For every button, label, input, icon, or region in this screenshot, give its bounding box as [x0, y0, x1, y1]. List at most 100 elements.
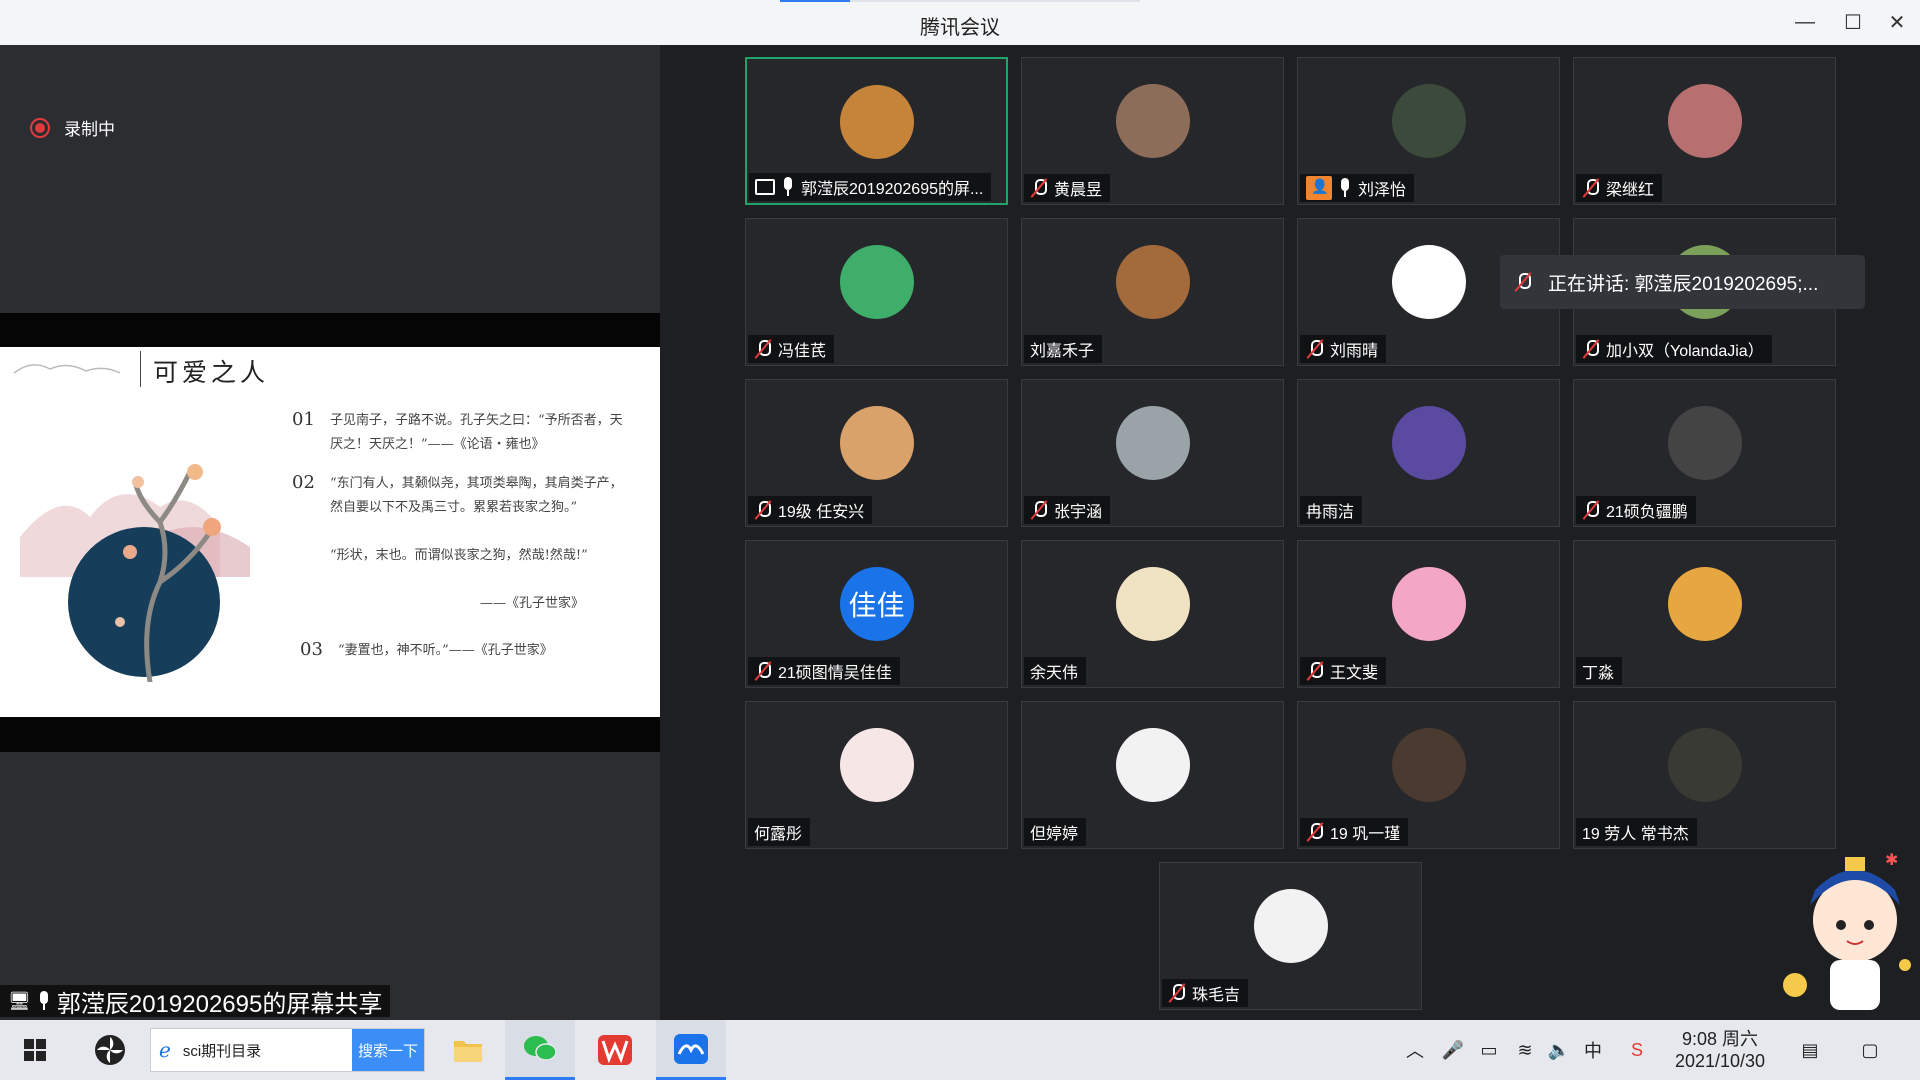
sogou-input-icon[interactable]: S [1622, 1020, 1652, 1080]
input-method-indicator[interactable]: 中 [1578, 1020, 1608, 1080]
participant-tile[interactable]: 梁继红 [1573, 57, 1836, 205]
file-explorer-icon[interactable] [433, 1020, 503, 1080]
participant-nametag: 黄晨昱 [1024, 174, 1111, 202]
participant-tile[interactable]: 21硕负疆鹏 [1573, 379, 1836, 527]
participant-tile[interactable]: 19 巩一瑾 [1297, 701, 1560, 849]
participant-nametag: 珠毛吉 [1162, 979, 1249, 1007]
participant-nametag: 21硕图情吴佳佳 [748, 657, 900, 685]
show-hidden-icons-chevron-icon[interactable]: ︿ [1400, 1020, 1430, 1080]
participant-tile[interactable]: 王文斐 [1297, 540, 1560, 688]
participant-name: 黄晨昱 [1054, 182, 1103, 199]
mic-muted-icon [1306, 822, 1324, 842]
participant-name: 加小双（YolandaJia） [1606, 343, 1764, 360]
slide-item-text: “东门有人，其颡似尧，其项类皋陶，其肩类子产，然自要以下不及禹三寸。累累若丧家之… [330, 476, 623, 515]
microphone-tray-icon[interactable]: 🎤 [1438, 1020, 1468, 1080]
screen-share-text: 郭滢辰2019202695的屏幕共享 [56, 990, 383, 1018]
ie-icon: ℯ [159, 1039, 171, 1062]
volume-icon[interactable]: 🔈 [1544, 1020, 1574, 1080]
mic-muted-icon [754, 661, 772, 681]
avatar [839, 85, 914, 159]
avatar [1667, 406, 1742, 480]
avatar [839, 245, 914, 319]
participant-tile[interactable]: 佳佳 21硕图情吴佳佳 [745, 540, 1008, 688]
participant-tile[interactable]: 余天伟 [1021, 540, 1284, 688]
avatar [1391, 245, 1466, 319]
speaking-text: 正在讲话: 郭滢辰2019202695;... [1548, 273, 1819, 295]
mic-muted-icon [1514, 272, 1532, 292]
recording-indicator[interactable]: 录制中 [30, 115, 115, 140]
participant-tile[interactable]: 张宇涵 [1021, 379, 1284, 527]
participant-name: 刘嘉禾子 [1030, 343, 1095, 360]
record-icon [30, 117, 50, 138]
participant-tile[interactable]: 珠毛吉 [1159, 862, 1422, 1010]
participant-name: 21硕负疆鹏 [1606, 504, 1688, 521]
windows-start-icon[interactable] [0, 1020, 70, 1080]
participant-name: 珠毛吉 [1192, 987, 1241, 1004]
participant-tile[interactable]: 冯佳芪 [745, 218, 1008, 366]
avatar [1667, 84, 1742, 158]
close-button[interactable]: ✕ [1882, 8, 1912, 36]
slide-item-number: 03 [300, 639, 323, 660]
maximize-button[interactable]: ☐ [1838, 8, 1868, 36]
taskbar: ℯ sci期刊目录 搜索一下 ︿ 🎤 ▭ ≋ 🔈 中 S 9:08 周六 202… [0, 1020, 1920, 1080]
screen-share-label: 🖥 郭滢辰2019202695的屏幕共享 [0, 985, 391, 1018]
avatar [1115, 245, 1190, 319]
mascot-sticker-icon[interactable]: ✱ [1775, 845, 1915, 1020]
participant-name: 19级 任安兴 [778, 504, 865, 521]
mic-icon [1338, 178, 1352, 198]
participant-tile[interactable]: 丁淼 [1573, 540, 1836, 688]
notification-center-icon[interactable]: ▢ [1855, 1020, 1885, 1080]
participant-tile[interactable]: 19 劳人 常书杰 [1573, 701, 1836, 849]
wifi-icon[interactable]: ≋ [1510, 1020, 1540, 1080]
search-input[interactable]: sci期刊目录 [183, 1040, 261, 1061]
pinwheel-app-icon[interactable] [75, 1020, 145, 1080]
participant-nametag: 但婷婷 [1024, 818, 1087, 846]
participant-tile[interactable]: 19级 任安兴 [745, 379, 1008, 527]
participant-nametag: 何露彤 [748, 818, 811, 846]
participant-tile[interactable]: 刘嘉禾子 [1021, 218, 1284, 366]
slide-item-text: ——《孔子世家》 [480, 596, 585, 611]
participant-nametag: 丁淼 [1576, 657, 1623, 685]
participant-nametag: 刘雨晴 [1300, 335, 1387, 363]
participant-tile[interactable]: 郭滢辰2019202695的屏... [745, 57, 1008, 205]
mic-muted-icon [754, 339, 772, 359]
avatar [1115, 567, 1190, 641]
avatar [1115, 406, 1190, 480]
participant-tile[interactable]: 黄晨昱 [1021, 57, 1284, 205]
minimize-button[interactable]: — [1790, 8, 1820, 36]
participant-nametag: 刘嘉禾子 [1024, 335, 1103, 363]
taskbar-search-box[interactable]: ℯ sci期刊目录 搜索一下 [150, 1028, 425, 1072]
search-button[interactable]: 搜索一下 [352, 1029, 424, 1071]
clock-date: 2021/10/30 [1674, 1051, 1766, 1071]
wps-office-icon[interactable] [580, 1020, 650, 1080]
avatar [1667, 728, 1742, 802]
wechat-icon[interactable] [505, 1020, 575, 1080]
participant-nametag: 刘泽怡 [1300, 174, 1415, 202]
participant-nametag: 梁继红 [1576, 174, 1663, 202]
slide-item-text: “妻置也，神不听。”——《孔子世家》 [338, 643, 553, 658]
clock-time: 9:08 周六 [1681, 1029, 1759, 1049]
participant-tile[interactable]: 刘泽怡 [1297, 57, 1560, 205]
recording-label: 录制中 [64, 120, 115, 139]
task-view-icon[interactable]: ▤ [1795, 1020, 1825, 1080]
title-accent [780, 0, 1140, 2]
shared-slide: 可爱之人 01 子见南子，子路不说。孔子矢之曰：“予所否者，天厌之！天厌之！”—… [0, 347, 660, 717]
battery-icon[interactable]: ▭ [1474, 1020, 1504, 1080]
mic-muted-icon [1030, 178, 1048, 198]
slide-item-text: 子见南子，子路不说。孔子矢之曰：“予所否者，天厌之！天厌之！”——《论语・雍也》 [330, 413, 623, 452]
participant-tile[interactable]: 冉雨洁 [1297, 379, 1560, 527]
participant-nametag: 郭滢辰2019202695的屏... [749, 173, 992, 201]
participant-name: 梁继红 [1606, 182, 1655, 199]
participant-name: 21硕图情吴佳佳 [778, 665, 892, 682]
tencent-meeting-icon[interactable] [656, 1020, 726, 1080]
mic-muted-icon [1582, 178, 1600, 198]
participant-nametag: 冯佳芪 [748, 335, 835, 363]
avatar: 佳佳 [839, 567, 914, 641]
participant-name: 丁淼 [1582, 665, 1615, 682]
participant-tile[interactable]: 但婷婷 [1021, 701, 1284, 849]
avatar [1391, 567, 1466, 641]
avatar [839, 406, 914, 480]
system-clock[interactable]: 9:08 周六 2021/10/30 [1660, 1028, 1780, 1072]
avatar [1115, 84, 1190, 158]
participant-tile[interactable]: 何露彤 [745, 701, 1008, 849]
